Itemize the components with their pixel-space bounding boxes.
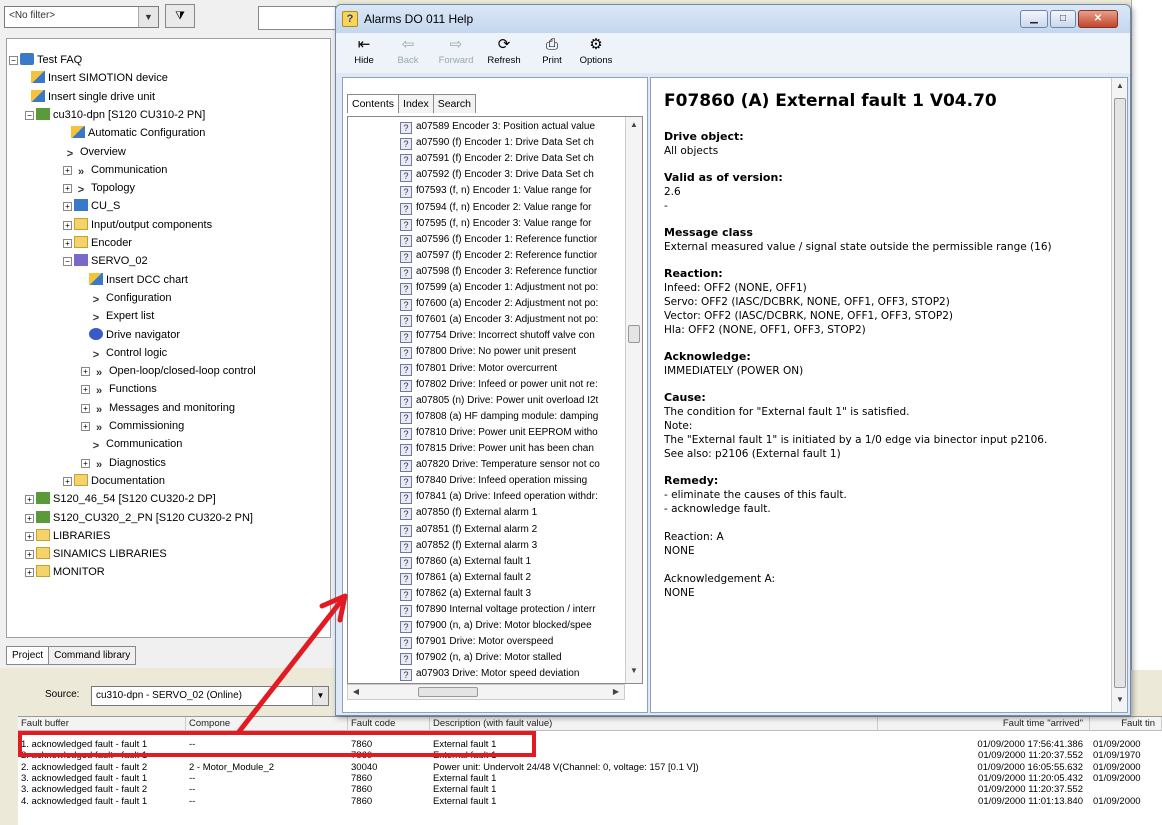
annotation-arrow	[236, 593, 348, 735]
application-window: <No filter> ▼ ⧩ − Test FAQ Insert SIMOTION…	[0, 0, 1162, 825]
